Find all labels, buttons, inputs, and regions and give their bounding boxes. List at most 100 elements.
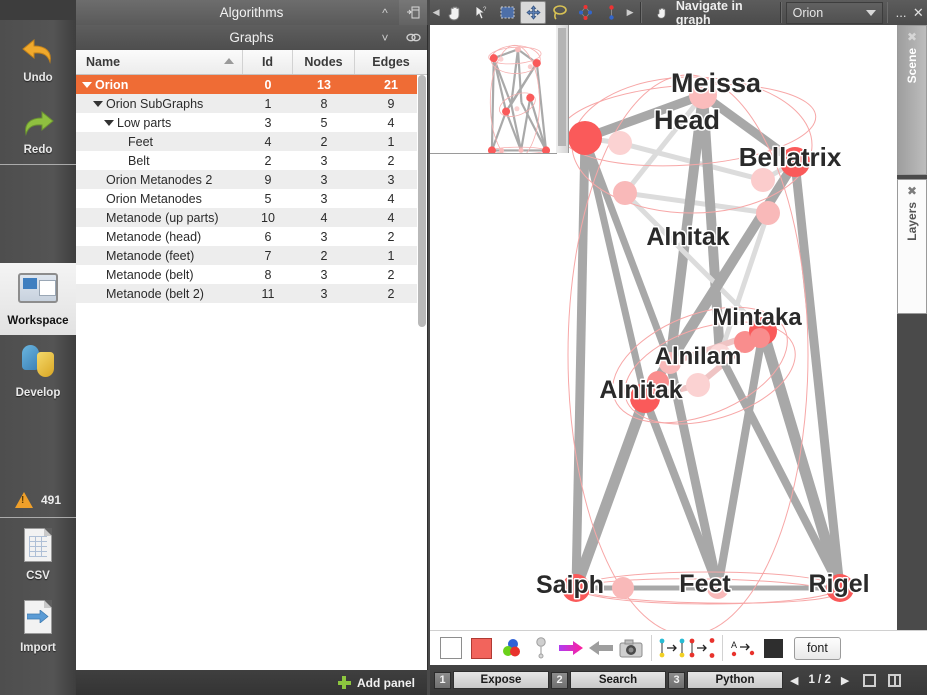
row-nodes: 8	[320, 96, 328, 111]
search-shortcut-badge: 2	[551, 671, 568, 689]
graph-overview-minimap[interactable]	[430, 25, 557, 161]
row-name-cell: Orion	[76, 78, 243, 92]
add-edge-icon[interactable]	[598, 1, 624, 24]
font-button[interactable]: font	[794, 636, 841, 660]
right-triangle-icon[interactable]: ▶	[624, 7, 636, 18]
table-row[interactable]: Feet 4 2 1	[76, 132, 427, 151]
left-triangle-icon[interactable]: ◀	[430, 7, 442, 18]
sidebar-item-develop[interactable]: Develop	[0, 335, 76, 407]
overview-scrollbar-thumb[interactable]	[558, 28, 566, 146]
overview-edge	[516, 49, 523, 103]
table-row[interactable]: Orion Metanodes 2933	[76, 170, 427, 189]
overview-scrollbar[interactable]	[556, 25, 569, 153]
column-header-name[interactable]: Name	[76, 50, 243, 74]
row-name-cell: Feet	[76, 135, 243, 149]
workspace-label: Workspace	[7, 315, 69, 327]
table-row[interactable]: Metanode (belt) 8 3 2	[76, 265, 427, 284]
close-icon[interactable]: ✕	[910, 0, 927, 25]
close-icon[interactable]: ✖	[898, 180, 926, 198]
rail-spacer-2	[0, 407, 76, 483]
table-row[interactable]: Low parts 3 5 4	[76, 113, 427, 132]
label-color-swatch[interactable]	[758, 634, 788, 662]
row-name: Feet	[128, 134, 154, 149]
table-row[interactable]: Metanode (belt 2) 11 3 2	[76, 284, 427, 303]
row-name: Orion	[95, 77, 129, 92]
label-adjust-icon[interactable]: A	[728, 634, 758, 662]
more-options-button[interactable]: ...	[892, 0, 909, 25]
graph-node-label: Feet	[679, 570, 731, 598]
close-icon[interactable]: ✖	[898, 26, 926, 44]
row-nodes: 5	[320, 115, 328, 130]
layout-spread-icon[interactable]	[687, 634, 717, 662]
graph-node[interactable]	[608, 131, 632, 155]
column-header-nodes[interactable]: Nodes	[293, 50, 355, 74]
column-header-id[interactable]: Id	[243, 50, 293, 74]
graphs-scrollbar-thumb[interactable]	[418, 75, 426, 327]
row-id: 0	[264, 77, 272, 92]
previous-page-button[interactable]: ◀	[785, 674, 803, 687]
graph-node[interactable]	[568, 121, 602, 155]
navigate-mode-button[interactable]: Navigate in graph	[646, 0, 776, 27]
table-row[interactable]: Metanode (head) 6 3 2	[76, 227, 427, 246]
redo-label: Redo	[23, 144, 53, 156]
chevron-up-icon[interactable]: ^	[371, 0, 399, 25]
row-name: Metanode (belt 2)	[106, 286, 204, 301]
split-pane-icon[interactable]	[884, 670, 904, 690]
sidebar-item-workspace[interactable]: Workspace	[0, 263, 76, 335]
expose-button[interactable]: Expose	[453, 671, 549, 689]
chevron-down-icon[interactable]: ˅	[371, 25, 399, 50]
next-page-button[interactable]: ▶	[836, 674, 854, 687]
table-row[interactable]: Belt 2 3 2	[76, 151, 427, 170]
add-panel-button[interactable]: Add panel	[76, 670, 427, 695]
graph-node[interactable]	[686, 373, 710, 397]
lasso-selection-icon[interactable]	[546, 1, 572, 24]
table-row[interactable]: Orion Metanodes 5 3 4	[76, 189, 427, 208]
graph-node[interactable]	[756, 201, 780, 225]
graph-selector-dropdown[interactable]: Orion	[785, 1, 883, 24]
expander-triangle-icon[interactable]	[82, 81, 92, 88]
chain-link-icon[interactable]	[399, 25, 427, 50]
panel-dock-icon[interactable]	[399, 0, 427, 25]
screenshot-icon[interactable]	[616, 634, 646, 662]
tab-layers[interactable]: ✖ Layers	[897, 179, 927, 314]
graph-node[interactable]	[612, 577, 634, 599]
table-row[interactable]: Metanode (up parts) 10 4 4	[76, 208, 427, 227]
graph-node-label: Saiph	[536, 571, 604, 599]
select-pointer-icon[interactable]: ?	[468, 1, 494, 24]
table-row[interactable]: Orion SubGraphs 1 8 9	[76, 94, 427, 113]
graphs-scrollbar[interactable]	[417, 75, 427, 670]
background-color-swatch[interactable]	[436, 634, 466, 662]
warning-count-row[interactable]: 491	[0, 483, 76, 517]
expander-triangle-icon[interactable]	[93, 100, 103, 107]
color-mapping-icon[interactable]	[496, 634, 526, 662]
layout-vertical-icon[interactable]	[657, 634, 687, 662]
row-name-cell: Orion Metanodes 2	[76, 173, 243, 187]
column-header-edges[interactable]: Edges	[355, 50, 427, 74]
tab-scene[interactable]: ✖ Scene	[897, 25, 927, 175]
redo-button[interactable]: Redo	[0, 92, 76, 164]
node-color-swatch[interactable]	[466, 634, 496, 662]
move-node-icon[interactable]	[520, 1, 547, 24]
row-id: 4	[264, 134, 272, 149]
graph-node[interactable]	[613, 181, 637, 205]
row-name: Metanode (head)	[106, 229, 202, 244]
single-pane-icon[interactable]	[859, 670, 879, 690]
hand-pan-icon[interactable]	[442, 1, 468, 24]
add-node-icon[interactable]	[572, 1, 598, 24]
edge-color-gradient-icon[interactable]	[556, 634, 586, 662]
node-size-icon[interactable]	[526, 634, 556, 662]
expander-triangle-icon[interactable]	[104, 119, 114, 126]
sidebar-item-import[interactable]: Import	[0, 590, 76, 662]
rectangle-selection-icon[interactable]	[494, 1, 520, 24]
edge-shape-icon[interactable]	[586, 634, 616, 662]
redo-arrow-icon	[0, 102, 76, 142]
graph-node[interactable]	[750, 328, 770, 348]
table-row[interactable]: Orion 0 13 21	[76, 75, 427, 94]
graph-view-canvas[interactable]: Meissa Head Bellatrix Alnitak Mintaka Alnilam…	[430, 25, 927, 630]
search-button[interactable]: Search	[570, 671, 666, 689]
python-button[interactable]: Python	[687, 671, 783, 689]
table-row[interactable]: Metanode (feet) 7 2 1	[76, 246, 427, 265]
sidebar-item-csv[interactable]: CSV	[0, 518, 76, 590]
graph-node-label: Alnitak	[599, 376, 682, 404]
undo-button[interactable]: Undo	[0, 20, 76, 92]
